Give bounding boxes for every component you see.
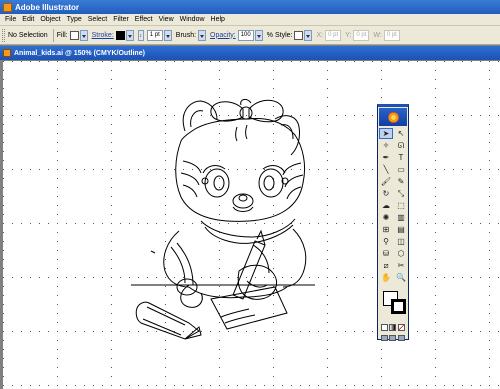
mesh-tool[interactable]: ⊞: [379, 224, 393, 235]
x-label: X:: [316, 31, 324, 39]
w-field[interactable]: 0 pt: [383, 29, 400, 41]
opacity-field[interactable]: 100: [237, 29, 254, 41]
gradient-mode-icon[interactable]: [389, 324, 397, 331]
full-screen-mode-icon[interactable]: [398, 335, 406, 341]
app-title: Adobe Illustrator: [15, 2, 80, 12]
scale-tool[interactable]: ⤡: [394, 188, 408, 199]
line-tool[interactable]: ╲: [379, 164, 393, 175]
y-field[interactable]: 0 pt: [353, 29, 370, 41]
menu-view[interactable]: View: [159, 16, 174, 23]
warp-tool[interactable]: ☁: [379, 200, 393, 211]
opacity-label[interactable]: Opacity:: [210, 32, 236, 39]
pencil-tool[interactable]: ✎: [394, 176, 408, 187]
screen-mode-buttons: [378, 333, 408, 343]
gradient-tool[interactable]: ▤: [394, 224, 408, 235]
scissors-tool[interactable]: ✂: [394, 260, 408, 271]
menu-select[interactable]: Select: [88, 16, 107, 23]
stroke-weight-dropdown[interactable]: [163, 29, 172, 41]
menu-filter[interactable]: Filter: [113, 16, 129, 23]
color-mode-icon[interactable]: [380, 324, 388, 331]
type-tool[interactable]: T: [394, 152, 408, 163]
artwork: [3, 61, 500, 389]
control-bar: No Selection Fill: Stroke: ↕ 1 pt Brush:…: [0, 26, 500, 45]
stroke-swatch[interactable]: [115, 30, 125, 40]
fill-swatch[interactable]: [69, 30, 79, 40]
app-title-bar: Adobe Illustrator: [0, 0, 500, 14]
slice-tool[interactable]: ⧄: [379, 260, 393, 271]
document-title: Animal_kids.ai @ 150% (CMYK/Outline): [14, 49, 145, 57]
w-label: W:: [373, 31, 382, 39]
menu-effect[interactable]: Effect: [135, 16, 153, 23]
menu-window[interactable]: Window: [180, 16, 205, 23]
graph-tool[interactable]: ▥: [394, 212, 408, 223]
stroke-weight-field[interactable]: 1 pt: [146, 29, 163, 41]
fill-label: Fill:: [56, 31, 68, 39]
full-screen-menu-mode-icon[interactable]: [389, 335, 397, 341]
stroke-dropdown[interactable]: [125, 29, 134, 41]
illustrator-flower-logo[interactable]: [379, 108, 407, 126]
style-swatch[interactable]: [294, 30, 304, 40]
menu-bar: File Edit Object Type Select Filter Effe…: [0, 14, 500, 26]
menu-help[interactable]: Help: [211, 16, 225, 23]
eyedropper-tool[interactable]: ⚲: [379, 236, 393, 247]
magic-wand-tool[interactable]: ✧: [379, 140, 393, 151]
rotate-tool[interactable]: ↻: [379, 188, 393, 199]
divider: [52, 28, 54, 42]
document-icon: [3, 49, 11, 57]
selection-tool[interactable]: ➤: [379, 128, 393, 139]
blend-tool[interactable]: ◫: [394, 236, 408, 247]
style-label: Style:: [274, 31, 293, 39]
menu-edit[interactable]: Edit: [22, 16, 34, 23]
flower-logo-icon: [387, 111, 399, 123]
lasso-tool[interactable]: ᘏ: [394, 140, 408, 151]
live-paint-selection-tool[interactable]: ⬡: [394, 248, 408, 259]
tools-panel: ➤ ↖ ✧ ᘏ ✒ T ╲ ▭ 🖌 ✎ ↻ ⤡ ☁ ⬚ ✺ ▥ ⊞ ▤ ⚲ ◫ ⛁ ⬡ ⧄ ✂ ✋ 🔍: [377, 104, 409, 343]
document-title-bar[interactable]: Animal_kids.ai @ 150% (CMYK/Outline): [0, 46, 500, 60]
none-mode-icon[interactable]: [398, 324, 406, 331]
menu-object[interactable]: Object: [40, 16, 60, 23]
toolbar-grip[interactable]: [2, 28, 5, 42]
menu-type[interactable]: Type: [67, 16, 82, 23]
brush-dropdown[interactable]: [198, 29, 207, 41]
rectangle-tool[interactable]: ▭: [394, 164, 408, 175]
fill-dropdown[interactable]: [79, 29, 88, 41]
zoom-tool[interactable]: 🔍: [394, 272, 408, 283]
live-paint-bucket-tool[interactable]: ⛁: [379, 248, 393, 259]
stroke-label[interactable]: Stroke:: [92, 32, 114, 39]
opacity-unit: %: [266, 31, 273, 39]
symbol-sprayer-tool[interactable]: ✺: [379, 212, 393, 223]
paintbrush-tool[interactable]: 🖌: [379, 176, 393, 187]
pen-tool[interactable]: ✒: [379, 152, 393, 163]
stroke-weight-stepper[interactable]: ↕: [137, 29, 144, 41]
opacity-dropdown[interactable]: [254, 29, 263, 41]
menu-file[interactable]: File: [5, 16, 16, 23]
illustrator-app-icon: [3, 2, 12, 12]
style-dropdown[interactable]: [304, 29, 313, 41]
standard-screen-mode-icon[interactable]: [380, 335, 388, 341]
artboard-canvas[interactable]: [3, 61, 500, 389]
y-label: Y:: [345, 31, 352, 39]
tool-grid: ➤ ↖ ✧ ᘏ ✒ T ╲ ▭ 🖌 ✎ ↻ ⤡ ☁ ⬚ ✺ ▥ ⊞ ▤ ⚲ ◫ ⛁ ⬡ ⧄ ✂ ✋ 🔍: [378, 127, 408, 284]
selection-status: No Selection: [8, 31, 48, 39]
free-transform-tool[interactable]: ⬚: [394, 200, 408, 211]
brush-label: Brush:: [175, 31, 197, 39]
stroke-color-box[interactable]: [391, 299, 406, 314]
fill-stroke-selector: [380, 288, 406, 322]
color-mode-buttons: [378, 322, 408, 333]
direct-selection-tool[interactable]: ↖: [394, 128, 408, 139]
x-field[interactable]: 0 pt: [325, 29, 342, 41]
hand-tool[interactable]: ✋: [379, 272, 393, 283]
